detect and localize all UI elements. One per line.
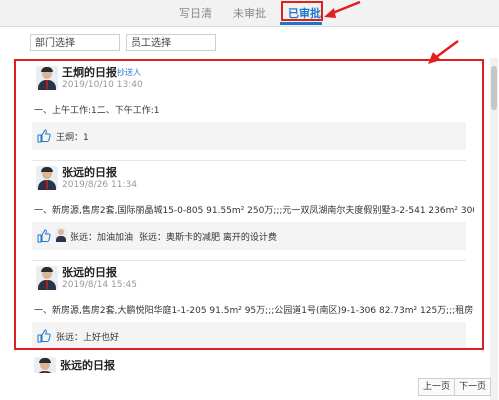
next-page-button[interactable]: 下一页 xyxy=(454,378,492,396)
thumbs-up-icon[interactable] xyxy=(37,229,51,243)
report-item[interactable]: 王炯的日报 抄送人 2019/10/10 13:40 一、上午工作:1二、下午工… xyxy=(16,61,482,161)
report-title[interactable]: 王炯的日报 xyxy=(62,64,117,80)
report-item-partial[interactable]: 张远的日报 xyxy=(14,355,484,373)
annotation-box-tab xyxy=(281,1,323,21)
tab-pending[interactable]: 未审批 xyxy=(233,5,266,21)
tab-bar: 写日清 未审批 已审批 xyxy=(0,0,499,27)
comment-text: 张远：加油加油 xyxy=(70,233,134,243)
report-time: 2019/8/14 15:45 xyxy=(62,280,137,290)
annotation-arrow-tab xyxy=(324,0,361,18)
report-title[interactable]: 张远的日报 xyxy=(60,357,115,373)
report-title[interactable]: 张远的日报 xyxy=(62,264,117,280)
report-time: 2019/10/10 13:40 xyxy=(62,80,143,90)
report-body: 一、上午工作:1二、下午工作:1 xyxy=(34,106,160,116)
department-select[interactable]: 部门选择 xyxy=(30,34,120,51)
comment-text: 张远：奥斯卡的减肥 离开的设计费 xyxy=(139,233,277,243)
report-feed: 王炯的日报 抄送人 2019/10/10 13:40 一、上午工作:1二、下午工… xyxy=(14,59,484,350)
report-body: 一、新房源,售房2套,大鹏悦阳华庭1-1-205 91.5m² 95万;;;公园… xyxy=(34,306,474,316)
avatar xyxy=(36,266,58,290)
comment-bar: 张远：加油加油 张远：奥斯卡的减肥 离开的设计费 xyxy=(32,222,466,250)
report-body: 一、新房源,售房2套,国际丽晶城15-0-805 91.55m² 250万;;;… xyxy=(34,206,474,216)
avatar xyxy=(34,357,56,373)
thumbs-up-icon[interactable] xyxy=(37,129,51,143)
employee-select[interactable]: 员工选择 xyxy=(126,34,216,51)
comment-bar: 王炯：1 xyxy=(32,122,466,150)
tab-write-daily[interactable]: 写日清 xyxy=(179,5,212,21)
cc-badge: 抄送人 xyxy=(117,68,141,77)
report-time: 2019/8/26 11:34 xyxy=(62,180,137,190)
report-item[interactable]: 张远的日报 2019/8/26 11:34 一、新房源,售房2套,国际丽晶城15… xyxy=(16,161,482,261)
report-item[interactable]: 张远的日报 2019/8/14 15:45 一、新房源,售房2套,大鹏悦阳华庭1… xyxy=(16,261,482,348)
vertical-scrollbar[interactable] xyxy=(490,58,498,400)
avatar xyxy=(36,66,58,90)
liker-avatar xyxy=(55,228,67,242)
comment-text: 王炯：1 xyxy=(56,133,89,143)
prev-page-button[interactable]: 上一页 xyxy=(418,378,456,396)
avatar xyxy=(36,166,58,190)
comment-text: 张远：上好也好 xyxy=(56,333,120,343)
thumbs-up-icon[interactable] xyxy=(37,329,51,343)
comment-bar: 张远：上好也好 xyxy=(32,322,466,348)
scrollbar-thumb[interactable] xyxy=(491,66,497,110)
report-title[interactable]: 张远的日报 xyxy=(62,164,117,180)
active-tab-indicator xyxy=(280,22,322,25)
